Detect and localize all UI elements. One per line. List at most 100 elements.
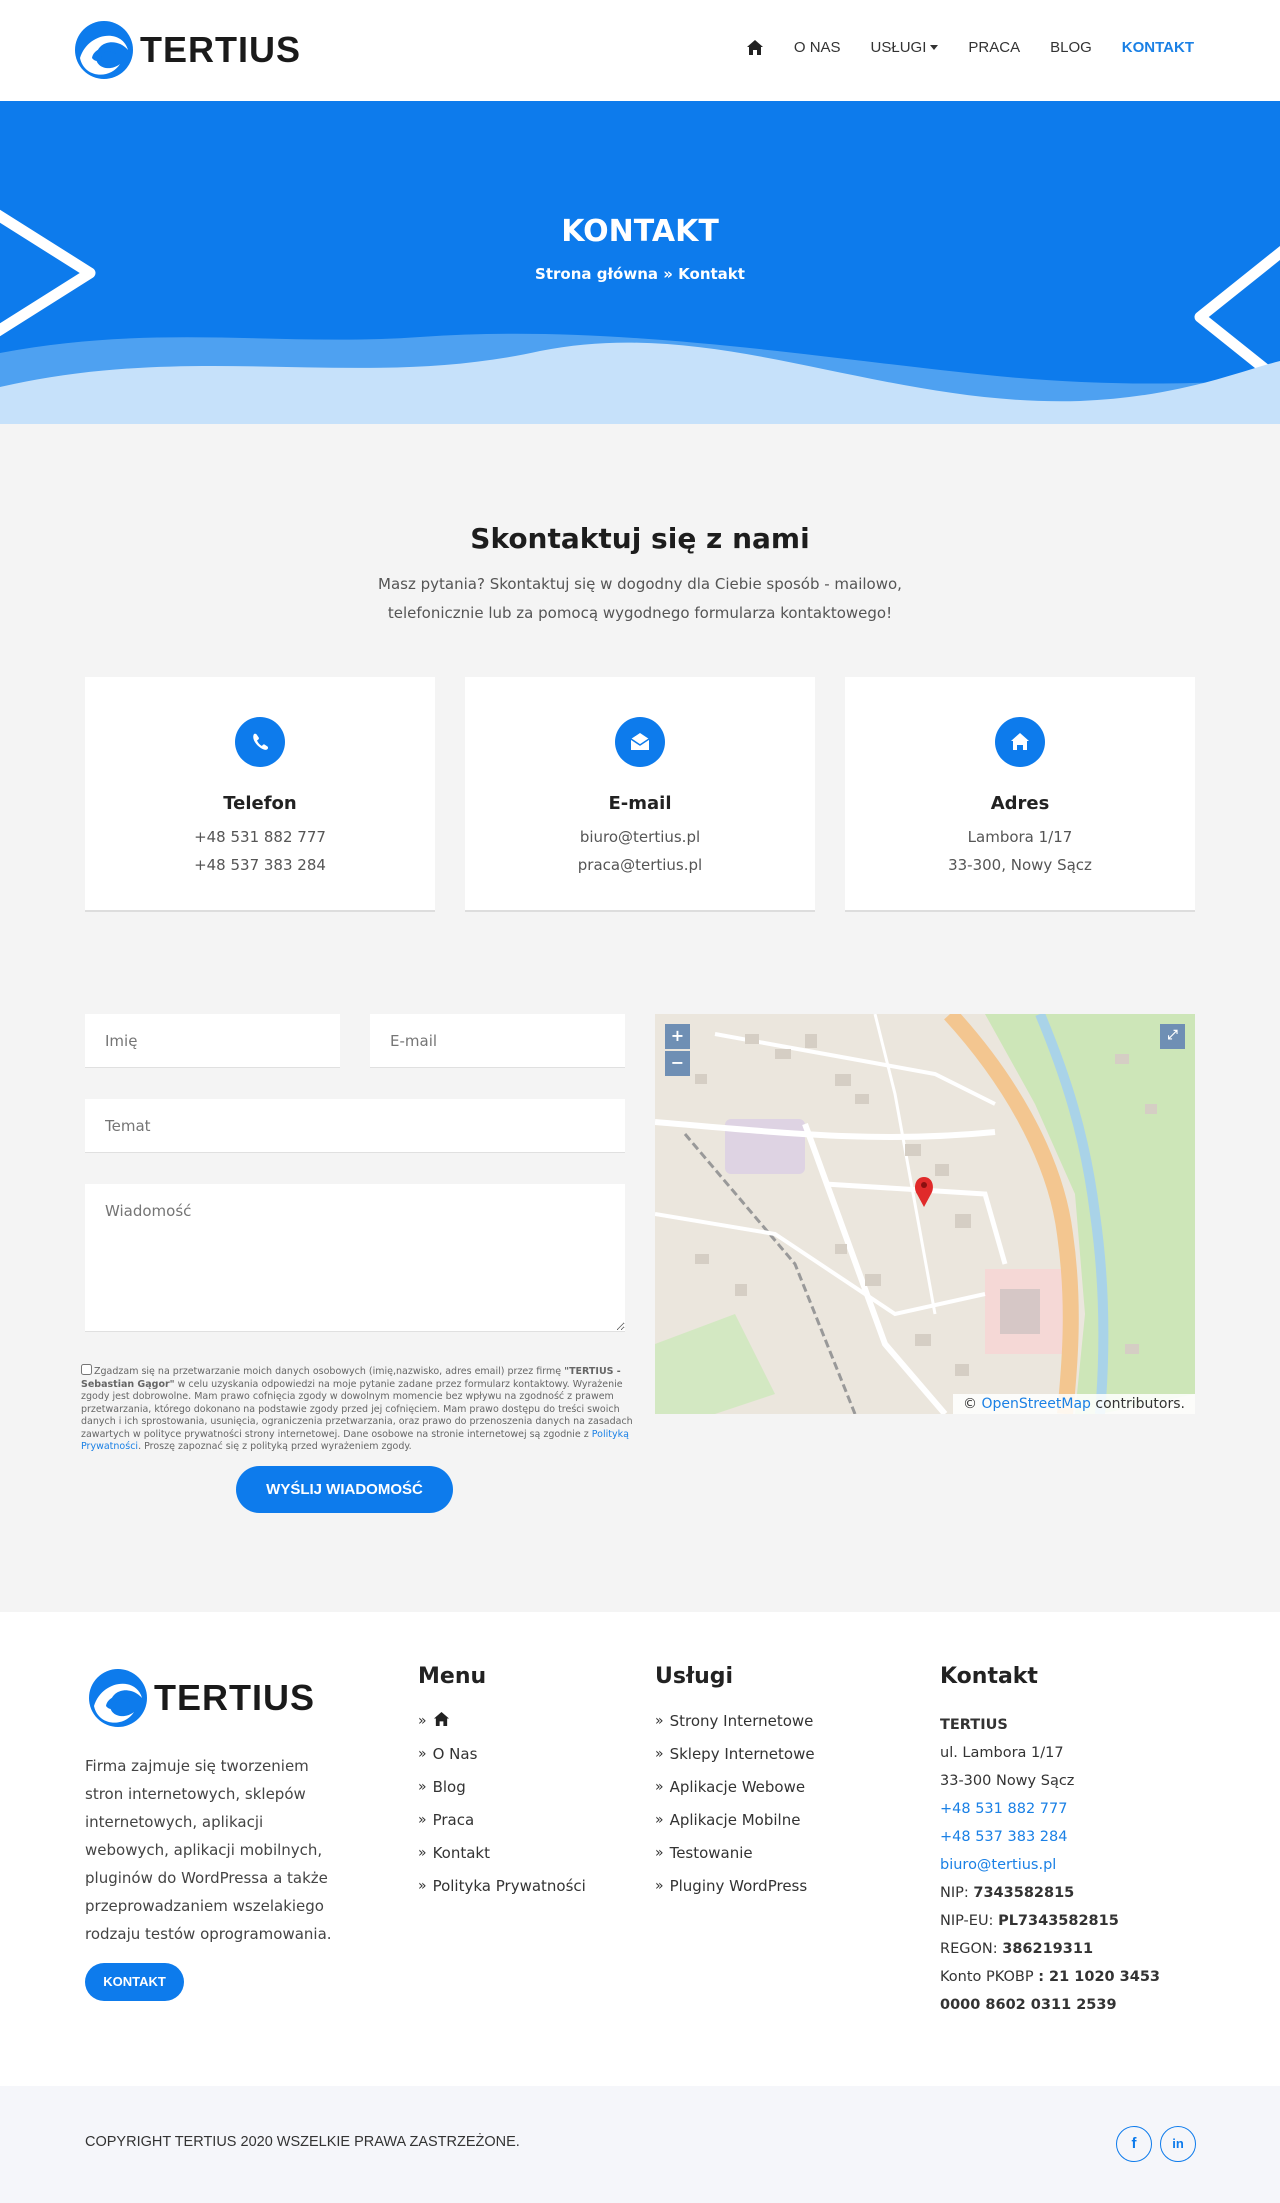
subject-field[interactable] bbox=[85, 1099, 625, 1153]
footer-services-title: Usługi bbox=[655, 1664, 734, 1689]
footer-menu-label: Polityka Prywatności bbox=[432, 1877, 586, 1895]
footer-nipeu: NIP-EU: PL7343582815 bbox=[940, 1907, 1200, 1935]
breadcrumb[interactable]: Strona główna » Kontakt bbox=[0, 265, 1280, 283]
main-nav: O NAS USŁUGI PRACA BLOG KONTAKT bbox=[716, 35, 1194, 59]
footer-service-label: Testowanie bbox=[669, 1844, 753, 1862]
footer-services: Usługi » Strony Internetowe » Sklepy Inter… bbox=[655, 1664, 815, 1909]
consent-checkbox[interactable] bbox=[81, 1364, 92, 1375]
footer-menu-label: Blog bbox=[432, 1778, 466, 1796]
footer-phone2: +48 537 383 284 bbox=[940, 1823, 1200, 1851]
card-line: +48 531 882 777 bbox=[194, 828, 326, 846]
email-link[interactable]: biuro@tertius.pl bbox=[940, 1857, 1056, 1873]
footer-service-label: Strony Internetowe bbox=[669, 1712, 814, 1730]
double-chevron-icon: » bbox=[418, 1812, 427, 1828]
nav-o-nas[interactable]: O NAS bbox=[794, 35, 841, 59]
nav-uslugi[interactable]: USŁUGI bbox=[871, 35, 939, 59]
card-title: Telefon bbox=[223, 793, 297, 814]
double-chevron-icon: » bbox=[418, 1878, 427, 1894]
home-icon bbox=[433, 1711, 449, 1727]
osm-link[interactable]: OpenStreetMap bbox=[981, 1396, 1090, 1412]
card-title: E-mail bbox=[608, 793, 672, 814]
zoom-out-button[interactable]: − bbox=[665, 1051, 690, 1076]
card-line: 33-300, Nowy Sącz bbox=[948, 856, 1092, 874]
linkedin-icon[interactable]: in bbox=[1160, 2126, 1196, 2162]
card-title: Adres bbox=[990, 793, 1050, 814]
map-tiles bbox=[655, 1014, 1195, 1414]
footer-service-item[interactable]: » Testowanie bbox=[655, 1843, 815, 1876]
footer-menu-label: O Nas bbox=[432, 1745, 478, 1763]
message-field[interactable] bbox=[85, 1184, 625, 1332]
logo-wave-icon bbox=[89, 1669, 147, 1727]
double-chevron-icon: » bbox=[655, 1713, 664, 1729]
chevron-down-icon bbox=[930, 44, 939, 50]
double-chevron-icon: » bbox=[655, 1878, 664, 1894]
nip-value: 7343582815 bbox=[973, 1885, 1075, 1901]
footer-service-item[interactable]: » Strony Internetowe bbox=[655, 1711, 815, 1744]
footer-logo[interactable]: TERTIUS bbox=[84, 1662, 315, 1734]
footer-menu-item[interactable]: » O Nas bbox=[418, 1744, 586, 1777]
send-button[interactable]: WYŚLIJ WIADOMOŚĆ bbox=[236, 1466, 453, 1513]
site-header: TERTIUS O NAS USŁUGI PRACA BLOG KONTAKT bbox=[0, 0, 1280, 101]
card-line: +48 537 383 284 bbox=[194, 856, 326, 874]
nav-uslugi-label: USŁUGI bbox=[870, 38, 927, 56]
footer-menu-home[interactable]: » bbox=[418, 1711, 586, 1744]
site-footer: TERTIUS Firma zajmuje się tworzeniem str… bbox=[0, 1612, 1280, 2086]
zoom-in-button[interactable]: + bbox=[665, 1024, 690, 1049]
footer-email: biuro@tertius.pl bbox=[940, 1851, 1200, 1879]
company-name: TERTIUS bbox=[940, 1717, 1008, 1733]
footer-contact-title: Kontakt bbox=[940, 1664, 1038, 1689]
footer-company: TERTIUS bbox=[940, 1711, 1200, 1739]
card-email: E-mail biuro@tertius.pl praca@tertius.pl bbox=[465, 677, 815, 912]
nav-kontakt[interactable]: KONTAKT bbox=[1122, 35, 1194, 59]
site-logo[interactable]: TERTIUS bbox=[70, 14, 301, 86]
home-icon bbox=[746, 39, 763, 55]
footer-service-item[interactable]: » Aplikacje Webowe bbox=[655, 1777, 815, 1810]
section-subtitle: Masz pytania? Skontaktuj się w dogodny d… bbox=[378, 575, 902, 622]
attribution-prefix: © bbox=[963, 1396, 982, 1412]
consent-text: Zgadzam się na przetwarzanie moich danyc… bbox=[81, 1364, 634, 1454]
email-field[interactable] bbox=[370, 1014, 625, 1068]
footer-nip: NIP: 7343582815 bbox=[940, 1879, 1200, 1907]
card-adres: Adres Lambora 1/17 33-300, Nowy Sącz bbox=[845, 677, 1195, 912]
footer-contact-button[interactable]: KONTAKT bbox=[85, 1963, 184, 2001]
location-map[interactable]: + − ⤢ © OpenStreetMap contributors. bbox=[655, 1014, 1195, 1414]
home-icon bbox=[995, 717, 1045, 767]
footer-bank: Konto PKOBP : 21 1020 3453 0000 8602 031… bbox=[940, 1963, 1200, 2019]
page-title: KONTAKT bbox=[561, 214, 719, 249]
footer-menu-label: Praca bbox=[432, 1811, 475, 1829]
envelope-icon bbox=[615, 717, 665, 767]
footer-menu-item[interactable]: » Blog bbox=[418, 1777, 586, 1810]
bottom-bar: COPYRIGHT TERTIUS 2020 WSZELKIE PRAWA ZA… bbox=[0, 2086, 1280, 2203]
double-chevron-icon: » bbox=[655, 1746, 664, 1762]
footer-menu-item[interactable]: » Praca bbox=[418, 1810, 586, 1843]
nav-praca[interactable]: PRACA bbox=[968, 35, 1020, 59]
name-field[interactable] bbox=[85, 1014, 340, 1068]
page-hero: KONTAKT Strona główna » Kontakt bbox=[0, 101, 1280, 424]
phone-icon bbox=[235, 717, 285, 767]
footer-service-item[interactable]: » Sklepy Internetowe bbox=[655, 1744, 815, 1777]
nav-home[interactable] bbox=[746, 35, 764, 59]
phone-link[interactable]: +48 537 383 284 bbox=[940, 1829, 1067, 1845]
footer-menu-item[interactable]: » Polityka Prywatności bbox=[418, 1876, 586, 1909]
section-title: Skontaktuj się z nami bbox=[470, 522, 810, 555]
consent-pre: Zgadzam się na przetwarzanie moich danyc… bbox=[94, 1366, 565, 1377]
footer-service-item[interactable]: » Aplikacje Mobilne bbox=[655, 1810, 815, 1843]
footer-menu-item[interactable]: » Kontakt bbox=[418, 1843, 586, 1876]
footer-city: 33-300 Nowy Sącz bbox=[940, 1773, 1075, 1789]
facebook-icon[interactable]: f bbox=[1116, 2126, 1152, 2162]
footer-service-label: Aplikacje Webowe bbox=[669, 1778, 806, 1796]
footer-service-item[interactable]: » Pluginy WordPress bbox=[655, 1876, 815, 1909]
footer-regon: REGON: 386219311 bbox=[940, 1935, 1200, 1963]
regon-value: 386219311 bbox=[1002, 1941, 1094, 1957]
fullscreen-icon[interactable]: ⤢ bbox=[1160, 1024, 1185, 1049]
double-chevron-icon: » bbox=[655, 1845, 664, 1861]
card-telefon: Telefon +48 531 882 777 +48 537 383 284 bbox=[85, 677, 435, 912]
footer-street: ul. Lambora 1/17 bbox=[940, 1745, 1064, 1761]
double-chevron-icon: » bbox=[418, 1845, 427, 1861]
footer-menu-title: Menu bbox=[418, 1664, 487, 1689]
phone-link[interactable]: +48 531 882 777 bbox=[940, 1801, 1067, 1817]
nav-blog[interactable]: BLOG bbox=[1050, 35, 1092, 59]
double-chevron-icon: » bbox=[418, 1779, 427, 1795]
attribution-suffix: contributors. bbox=[1090, 1396, 1185, 1412]
logo-text: TERTIUS bbox=[154, 1677, 316, 1718]
